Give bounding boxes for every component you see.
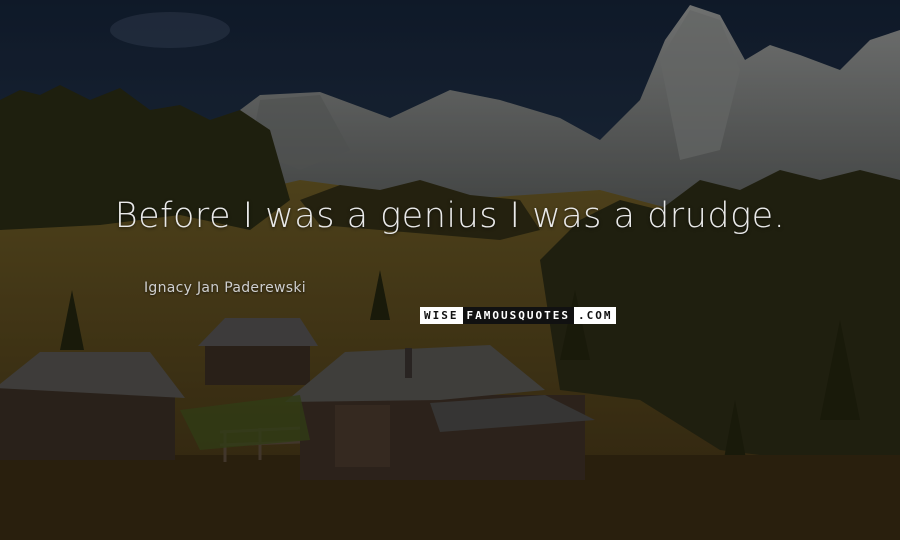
watermark-logo: WISE FAMOUSQUOTES .COM: [420, 307, 620, 324]
background-photo: [0, 0, 900, 540]
quote-text: Before I was a genius I was a drudge.: [114, 196, 786, 236]
quote-author: Ignacy Jan Paderewski: [144, 280, 306, 296]
watermark-part-3: .COM: [573, 307, 617, 324]
watermark-part-2: FAMOUSQUOTES: [462, 307, 574, 324]
watermark-part-1: WISE: [420, 307, 463, 324]
dark-overlay: [0, 0, 900, 540]
